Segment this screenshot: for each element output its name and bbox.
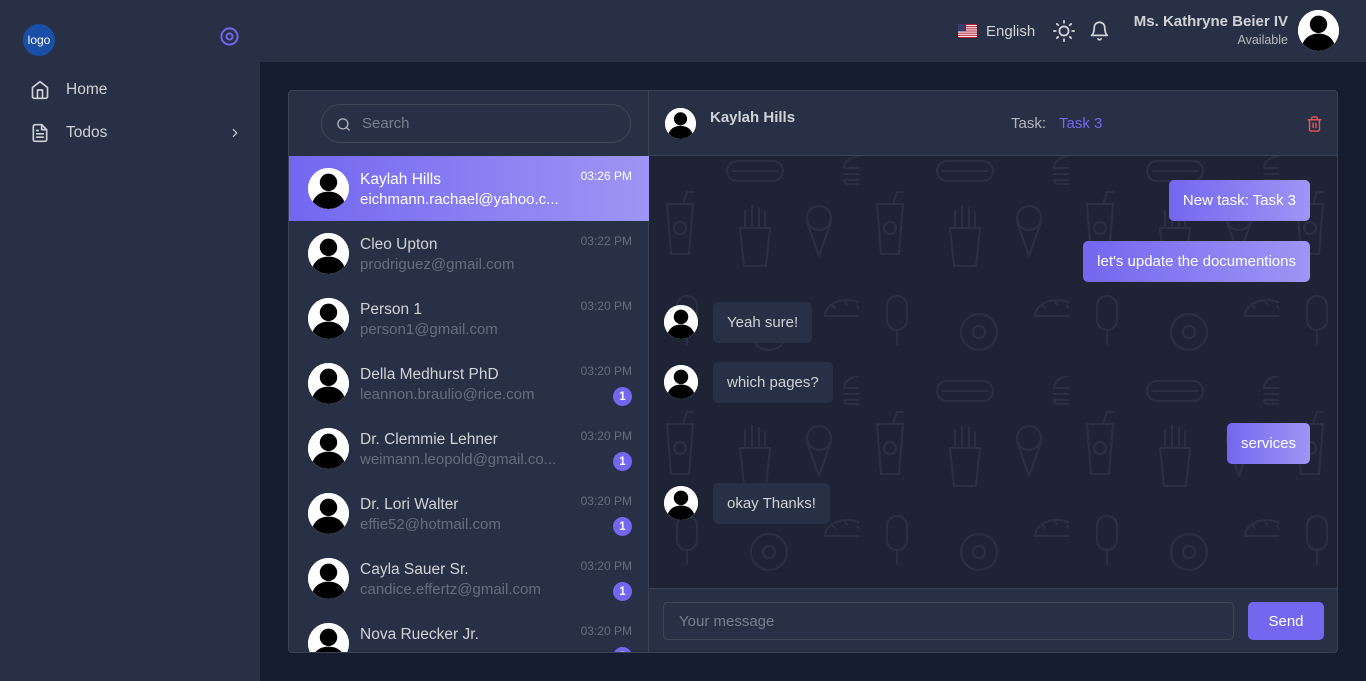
contact-time: 03:26 PM	[580, 169, 632, 183]
search-box	[321, 104, 631, 143]
sidebar-item-label: Home	[66, 81, 108, 98]
bell-icon[interactable]	[1089, 20, 1110, 42]
avatar	[308, 493, 349, 534]
task-label: Task:	[1011, 115, 1047, 132]
sidebar-item-label: Todos	[66, 124, 108, 141]
contact-email: effie52@hotmail.com	[360, 516, 501, 533]
avatar[interactable]	[665, 108, 696, 139]
language-selector[interactable]: English	[958, 20, 1035, 42]
unread-badge: 1	[613, 582, 632, 601]
contact-time: 03:20 PM	[580, 559, 632, 573]
top-navbar: English Ms. Kathryne Beier IV Available	[260, 0, 1366, 62]
contact-name: Dr. Lori Walter	[360, 496, 459, 513]
sidebar: logo Home Todos	[0, 0, 260, 681]
contact-email: candice.effertz@gmail.com	[360, 581, 541, 598]
avatar	[308, 363, 349, 404]
contact-email: person1@gmail.com	[360, 321, 498, 338]
contact-email: weimann.leopold@gmail.co...	[360, 451, 557, 468]
avatar	[308, 428, 349, 469]
contact-item[interactable]: Della Medhurst PhD leannon.braulio@rice.c…	[289, 351, 649, 416]
contact-email: prodriguez@gmail.com	[360, 256, 515, 273]
search-icon	[337, 118, 350, 131]
conversation-title: Kaylah Hills	[710, 109, 796, 126]
contact-item[interactable]: Dr. Clemmie Lehner weimann.leopold@gmail.…	[289, 416, 649, 481]
message-incoming: which pages?	[713, 362, 833, 403]
contact-time: 03:20 PM	[580, 364, 632, 378]
contact-item[interactable]: Person 1 person1@gmail.com 03:20 PM	[289, 286, 649, 351]
sidebar-item-home[interactable]: Home	[30, 78, 244, 102]
message-outgoing: New task: Task 3	[1168, 180, 1310, 221]
unread-badge: 1	[613, 387, 632, 406]
contact-time: 03:20 PM	[580, 494, 632, 508]
avatar	[308, 558, 349, 599]
contact-item[interactable]: Cayla Sauer Sr. candice.effertz@gmail.com…	[289, 546, 649, 611]
avatar	[308, 233, 349, 274]
avatar	[664, 365, 698, 399]
chat-app: Kaylah Hills eichmann.rachael@yahoo.c... 0…	[288, 90, 1338, 653]
contacts-panel: Kaylah Hills eichmann.rachael@yahoo.c... 0…	[289, 91, 649, 652]
user-name[interactable]: Ms. Kathryne Beier IV	[1134, 13, 1288, 30]
language-label: English	[986, 22, 1036, 40]
contact-name: Nova Ruecker Jr.	[360, 626, 479, 643]
user-avatar[interactable]	[1298, 10, 1339, 51]
contact-item[interactable]: Kaylah Hills eichmann.rachael@yahoo.c... 0…	[289, 156, 649, 221]
contact-name: Cleo Upton	[360, 236, 438, 253]
avatar	[308, 298, 349, 339]
contact-item[interactable]: Nova Ruecker Jr. 03:20 PM 1	[289, 611, 649, 652]
collapse-toggle-icon[interactable]	[219, 26, 240, 47]
contact-time: 03:20 PM	[580, 299, 632, 313]
chevron-right-icon	[232, 128, 238, 138]
contact-name: Della Medhurst PhD	[360, 366, 499, 383]
contact-time: 03:20 PM	[580, 429, 632, 443]
contact-email: leannon.braulio@rice.com	[360, 386, 535, 403]
conversation-panel: Kaylah Hills Task: Task 3 New task: Task…	[649, 91, 1337, 652]
file-text-icon	[32, 123, 48, 143]
avatar	[308, 168, 349, 209]
message-area[interactable]: New task: Task 3 let's update the documen…	[649, 156, 1337, 588]
us-flag-icon	[958, 24, 977, 38]
unread-badge: 1	[613, 517, 632, 536]
message-incoming: Yeah sure!	[713, 302, 813, 343]
avatar	[308, 623, 349, 652]
conversation-header: Kaylah Hills Task: Task 3	[649, 91, 1337, 156]
contact-name: Cayla Sauer Sr.	[360, 561, 469, 578]
message-input[interactable]	[663, 602, 1234, 640]
contact-item[interactable]: Cleo Upton prodriguez@gmail.com 03:22 PM	[289, 221, 649, 286]
contact-name: Person 1	[360, 301, 423, 318]
logo[interactable]: logo	[23, 24, 55, 56]
avatar	[664, 305, 698, 339]
message-outgoing: let's update the documentions	[1083, 241, 1310, 282]
sun-icon[interactable]	[1053, 20, 1075, 42]
sidebar-item-todos[interactable]: Todos	[30, 121, 244, 145]
user-status: Available	[1237, 33, 1288, 47]
task-link[interactable]: Task 3	[1059, 115, 1102, 132]
unread-badge: 1	[613, 452, 632, 471]
contact-name: Kaylah Hills	[360, 171, 441, 188]
trash-icon[interactable]	[1306, 115, 1323, 133]
send-button[interactable]: Send	[1248, 602, 1324, 640]
contact-email: eichmann.rachael@yahoo.c...	[360, 191, 559, 208]
avatar	[664, 486, 698, 520]
contact-list: Kaylah Hills eichmann.rachael@yahoo.c... 0…	[289, 156, 649, 652]
message-outgoing: services	[1226, 423, 1310, 464]
search-input[interactable]	[362, 105, 622, 142]
contact-item[interactable]: Dr. Lori Walter effie52@hotmail.com 03:20 …	[289, 481, 649, 546]
contact-time: 03:22 PM	[580, 234, 632, 248]
contact-name: Dr. Clemmie Lehner	[360, 431, 498, 448]
unread-badge: 1	[613, 647, 632, 652]
message-composer: Send	[649, 588, 1337, 652]
message-incoming: okay Thanks!	[713, 483, 830, 524]
home-icon	[31, 80, 49, 100]
contact-time: 03:20 PM	[580, 624, 632, 638]
